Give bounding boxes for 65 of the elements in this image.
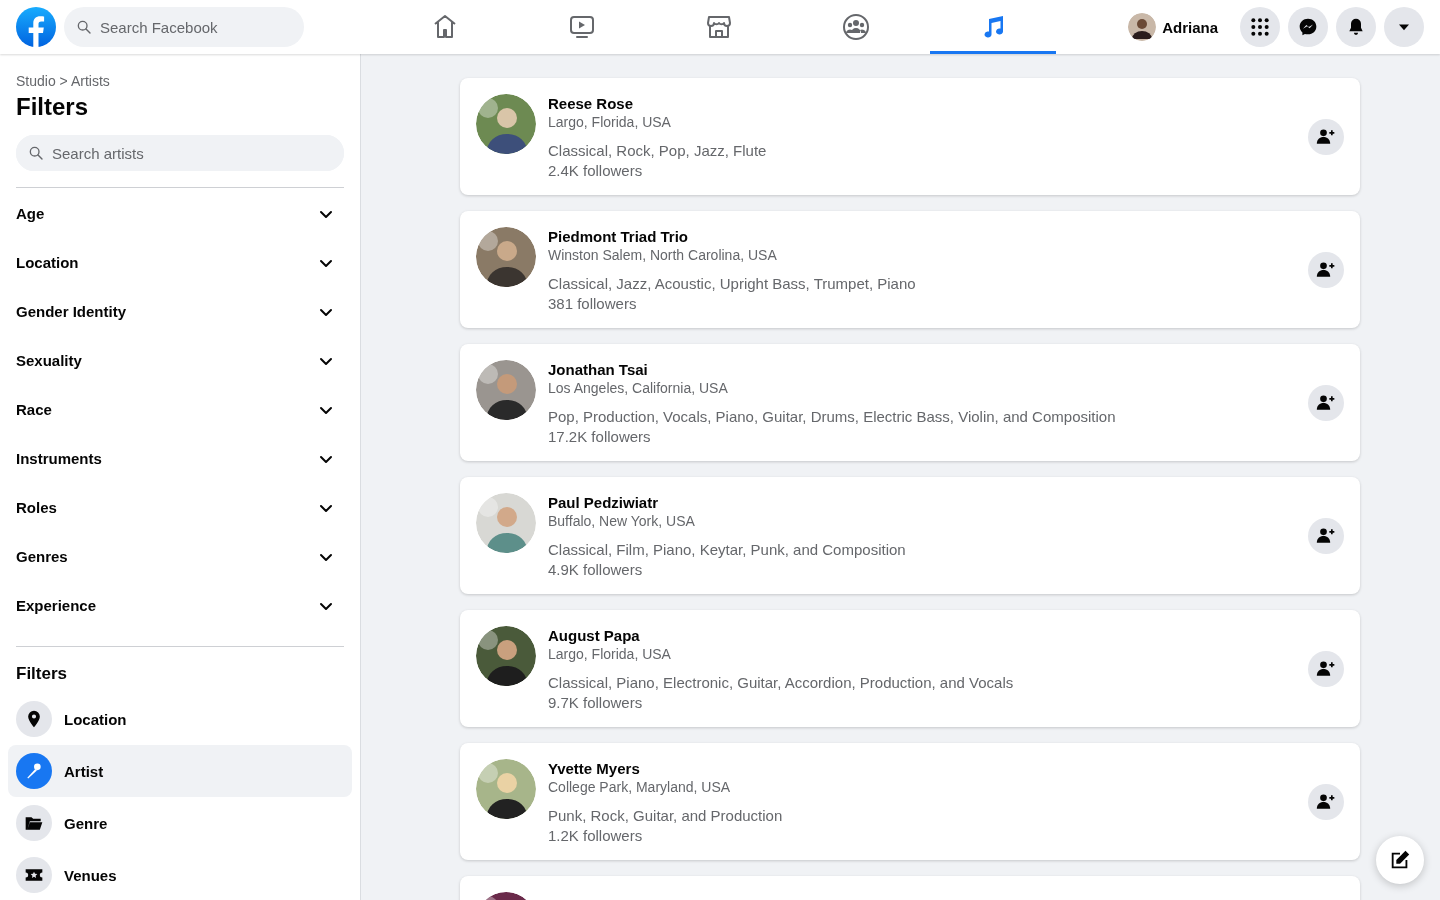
artist-name[interactable]: Jonathan Tsai — [548, 361, 648, 379]
category-item[interactable]: Location — [8, 693, 352, 745]
filter-dropdown[interactable]: Location — [16, 238, 344, 287]
microphone-icon — [24, 761, 44, 781]
search-field[interactable]: Search Facebook — [64, 7, 304, 47]
notifications-button[interactable] — [1336, 7, 1376, 47]
filter-dropdown[interactable]: Sexuality — [16, 336, 344, 385]
sidebar-title: Filters — [16, 93, 90, 121]
add-friend-button[interactable] — [1308, 118, 1344, 155]
artist-location: College Park, Maryland, USA — [548, 778, 731, 797]
artist-tags: Classical, Film, Piano, Keytar, Punk, and Composition — [548, 540, 906, 560]
filter-dropdown[interactable]: Instruments — [16, 434, 344, 483]
artist-tags: Classical, Piano, Electronic, Guitar, Accordion, Production, and Vocals — [548, 673, 1014, 693]
profile-name[interactable]: Adriana — [1162, 18, 1218, 36]
search-field[interactable]: Search artists — [16, 135, 344, 171]
store-icon — [705, 13, 733, 41]
filter-dropdown[interactable]: Experience — [16, 581, 344, 630]
artist-name[interactable]: Yvette Myers — [548, 760, 640, 778]
breadcrumb[interactable]: Studio > Artists — [16, 73, 110, 89]
filter-dropdown[interactable]: Genres — [16, 532, 344, 581]
follower-count: 1.2K followers — [548, 826, 643, 846]
grid-icon — [1250, 17, 1270, 37]
add-friend-button[interactable] — [1308, 517, 1344, 554]
filter-dropdown[interactable]: Roles — [16, 483, 344, 532]
artist-tags: Classical, Jazz, Acoustic, Upright Bass, Trumpet, Piano — [548, 274, 916, 294]
artist-location: Buffalo, New York, USA — [548, 512, 695, 531]
artist-name[interactable]: Paul Pedziwiatr — [548, 494, 659, 512]
apps-button[interactable] — [1240, 7, 1280, 47]
add-friend-button[interactable] — [1308, 251, 1344, 288]
filter-dropdown[interactable]: Race — [16, 385, 344, 434]
artist-name[interactable]: Reese Rose — [548, 95, 634, 113]
logo-icon — [16, 7, 56, 47]
edit-icon — [1389, 849, 1411, 871]
section-title: Filters — [16, 664, 69, 684]
account-menu-button[interactable] — [1384, 7, 1424, 47]
artist-location: Winston Salem, North Carolina, USA — [548, 246, 777, 265]
artist-location: Largo, Florida, USA — [548, 645, 671, 664]
artist-location: Largo, Florida, USA — [548, 113, 671, 132]
artist-name[interactable]: August Papa — [548, 627, 640, 645]
chat-bubble-icon — [1298, 17, 1318, 37]
artist-tags: Pop, Production, Vocals, Piano, Guitar, Drums, Electric Bass, Violin, and Composition — [548, 407, 1116, 427]
artist-name[interactable]: Piedmont Triad Trio — [548, 228, 689, 246]
artist-tags: Punk, Rock, Guitar, and Production — [548, 806, 783, 826]
video-icon — [568, 13, 596, 41]
compose-button[interactable] — [1376, 836, 1424, 884]
add-friend-button[interactable] — [1308, 384, 1344, 421]
search-icon — [28, 145, 44, 161]
follower-count: 381 followers — [548, 294, 637, 314]
search-icon — [76, 19, 92, 35]
avatar-icon — [1128, 13, 1157, 41]
follower-count: 9.7K followers — [548, 693, 643, 713]
filter-dropdown[interactable]: Age — [16, 189, 344, 238]
follower-count: 17.2K followers — [548, 427, 651, 447]
artist-tags: Classical, Rock, Pop, Jazz, Flute — [548, 141, 767, 161]
artist-location: Los Angeles, California, USA — [548, 379, 728, 398]
filter-dropdown[interactable]: Gender Identity — [16, 287, 344, 336]
add-friend-button[interactable] — [1308, 650, 1344, 687]
messenger-button[interactable] — [1288, 7, 1328, 47]
add-friend-button[interactable] — [1308, 783, 1344, 820]
category-item[interactable]: Venues — [8, 849, 352, 900]
category-item[interactable]: Genre — [8, 797, 352, 849]
groups-icon — [842, 13, 870, 41]
follower-count: 4.9K followers — [548, 560, 643, 580]
follower-count: 2.4K followers — [548, 161, 643, 181]
category-item[interactable]: Artist — [8, 745, 352, 797]
